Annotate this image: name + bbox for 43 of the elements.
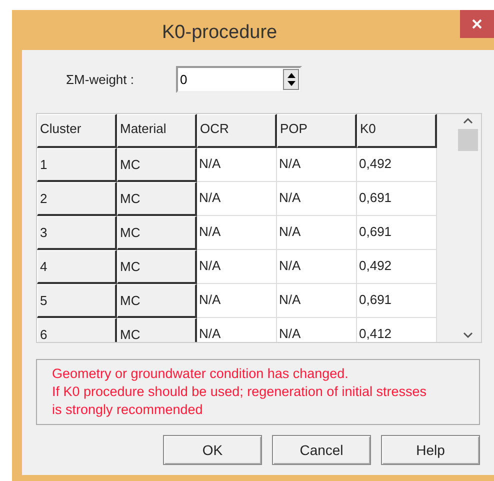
table-cell: 0,691 xyxy=(357,216,437,250)
row-header-cell: MC xyxy=(117,318,197,342)
table-cell: N/A xyxy=(197,148,277,182)
row-header-cell: 6 xyxy=(37,318,117,342)
table-cell: N/A xyxy=(277,148,357,182)
table-cell: 0,691 xyxy=(357,284,437,318)
row-header-cell: MC xyxy=(117,284,197,318)
column-header[interactable]: POP xyxy=(277,114,357,148)
column-header[interactable]: Cluster xyxy=(37,114,117,148)
row-header-cell: MC xyxy=(117,216,197,250)
row-header-cell: 1 xyxy=(37,148,117,182)
row-header-cell: 4 xyxy=(37,250,117,284)
dialog-button[interactable]: Cancel xyxy=(272,435,371,465)
weight-spin-field[interactable]: 0 xyxy=(176,66,302,93)
column-header[interactable]: OCR xyxy=(197,114,277,148)
row-header-cell: MC xyxy=(117,250,197,284)
row-header-cell: 5 xyxy=(37,284,117,318)
table-cell: 0,691 xyxy=(357,182,437,216)
row-header-cell: 3 xyxy=(37,216,117,250)
column-header[interactable]: Material xyxy=(117,114,197,148)
weight-value: 0 xyxy=(179,70,188,89)
table-cell: N/A xyxy=(277,250,357,284)
warning-message-box: Geometry or groundwater condition has changed. If K0 procedure should be used; regeneration of initial stresses is strongly recommended xyxy=(36,359,480,425)
table-cell: N/A xyxy=(197,318,277,342)
table-cell: N/A xyxy=(197,216,277,250)
table-cell: N/A xyxy=(277,216,357,250)
row-header-cell: 2 xyxy=(37,182,117,216)
row-header-cell: MC xyxy=(117,148,197,182)
row-header-cell: MC xyxy=(117,182,197,216)
table-cell: N/A xyxy=(197,284,277,318)
table-cell: 0,492 xyxy=(357,250,437,284)
dialog-button[interactable]: OK xyxy=(163,435,262,465)
table-cell: 0,412 xyxy=(357,318,437,342)
table-cell: N/A xyxy=(277,284,357,318)
dialog-button[interactable]: Help xyxy=(381,435,480,465)
window-title: K0-procedure xyxy=(162,21,278,45)
table-cell: N/A xyxy=(277,182,357,216)
column-header[interactable]: K0 xyxy=(357,114,437,148)
table-cell: N/A xyxy=(197,182,277,216)
table-cell: N/A xyxy=(197,250,277,284)
weight-label: ΣM-weight : xyxy=(66,70,135,89)
table-cell: 0,492 xyxy=(357,148,437,182)
table-cell: N/A xyxy=(277,318,357,342)
